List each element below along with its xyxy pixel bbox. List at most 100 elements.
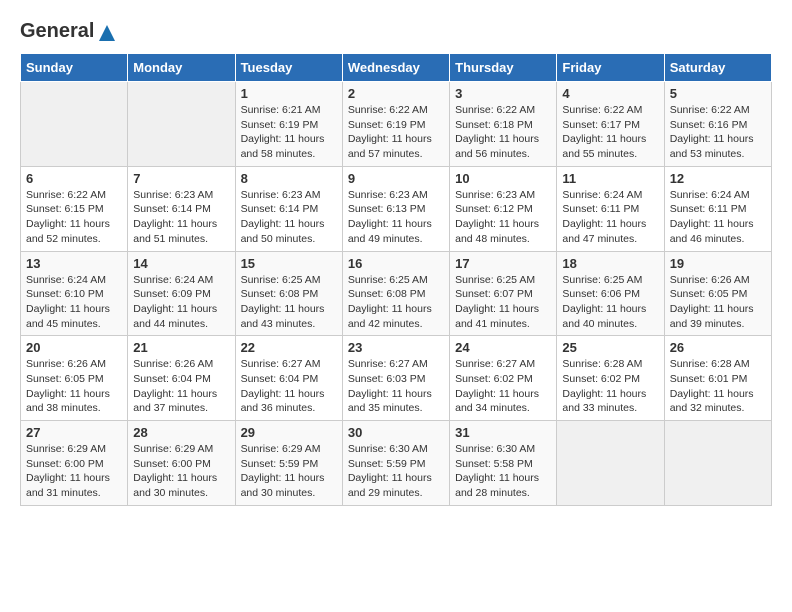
day-number: 18: [562, 256, 658, 271]
day-number: 12: [670, 171, 766, 186]
weekday-header: Friday: [557, 54, 664, 82]
calendar-cell: 27 Sunrise: 6:29 AMSunset: 6:00 PMDayligh…: [21, 421, 128, 506]
day-number: 1: [241, 86, 337, 101]
day-info: Sunrise: 6:24 AMSunset: 6:09 PMDaylight:…: [133, 273, 229, 332]
calendar-cell: 15 Sunrise: 6:25 AMSunset: 6:08 PMDayligh…: [235, 251, 342, 336]
day-number: 3: [455, 86, 551, 101]
logo: General: [20, 20, 115, 43]
calendar-cell: 25 Sunrise: 6:28 AMSunset: 6:02 PMDayligh…: [557, 336, 664, 421]
day-info: Sunrise: 6:22 AMSunset: 6:19 PMDaylight:…: [348, 103, 444, 162]
day-info: Sunrise: 6:24 AMSunset: 6:10 PMDaylight:…: [26, 273, 122, 332]
calendar-cell: 23 Sunrise: 6:27 AMSunset: 6:03 PMDayligh…: [342, 336, 449, 421]
day-info: Sunrise: 6:23 AMSunset: 6:14 PMDaylight:…: [241, 188, 337, 247]
calendar-cell: 10 Sunrise: 6:23 AMSunset: 6:12 PMDayligh…: [450, 166, 557, 251]
weekday-header: Sunday: [21, 54, 128, 82]
day-number: 30: [348, 425, 444, 440]
day-number: 27: [26, 425, 122, 440]
day-info: Sunrise: 6:27 AMSunset: 6:03 PMDaylight:…: [348, 357, 444, 416]
weekday-header: Monday: [128, 54, 235, 82]
day-number: 11: [562, 171, 658, 186]
calendar-cell: 12 Sunrise: 6:24 AMSunset: 6:11 PMDayligh…: [664, 166, 771, 251]
day-number: 13: [26, 256, 122, 271]
calendar-cell: 19 Sunrise: 6:26 AMSunset: 6:05 PMDayligh…: [664, 251, 771, 336]
day-info: Sunrise: 6:22 AMSunset: 6:17 PMDaylight:…: [562, 103, 658, 162]
weekday-header: Wednesday: [342, 54, 449, 82]
calendar-cell: 11 Sunrise: 6:24 AMSunset: 6:11 PMDayligh…: [557, 166, 664, 251]
day-number: 2: [348, 86, 444, 101]
calendar-cell: 20Sunrise: 6:26 AMSunset: 6:05 PMDayligh…: [21, 336, 128, 421]
day-number: 24: [455, 340, 551, 355]
day-info: Sunrise: 6:26 AMSunset: 6:05 PMDaylight:…: [670, 273, 766, 332]
day-number: 5: [670, 86, 766, 101]
day-number: 8: [241, 171, 337, 186]
day-number: 23: [348, 340, 444, 355]
calendar-cell: 1 Sunrise: 6:21 AMSunset: 6:19 PMDaylight…: [235, 82, 342, 167]
weekday-header: Thursday: [450, 54, 557, 82]
calendar-cell: 6Sunrise: 6:22 AMSunset: 6:15 PMDaylight…: [21, 166, 128, 251]
day-info: Sunrise: 6:25 AMSunset: 6:08 PMDaylight:…: [348, 273, 444, 332]
day-number: 9: [348, 171, 444, 186]
calendar-cell: 28Sunrise: 6:29 AMSunset: 6:00 PMDayligh…: [128, 421, 235, 506]
day-number: 26: [670, 340, 766, 355]
calendar-cell: 24Sunrise: 6:27 AMSunset: 6:02 PMDayligh…: [450, 336, 557, 421]
day-number: 22: [241, 340, 337, 355]
day-number: 29: [241, 425, 337, 440]
day-info: Sunrise: 6:29 AMSunset: 5:59 PMDaylight:…: [241, 442, 337, 501]
day-number: 16: [348, 256, 444, 271]
calendar-cell: 18 Sunrise: 6:25 AMSunset: 6:06 PMDayligh…: [557, 251, 664, 336]
calendar-cell: 8 Sunrise: 6:23 AMSunset: 6:14 PMDaylight…: [235, 166, 342, 251]
calendar-cell: 26 Sunrise: 6:28 AMSunset: 6:01 PMDayligh…: [664, 336, 771, 421]
day-info: Sunrise: 6:25 AMSunset: 6:06 PMDaylight:…: [562, 273, 658, 332]
day-info: Sunrise: 6:28 AMSunset: 6:01 PMDaylight:…: [670, 357, 766, 416]
logo-general-text: General: [20, 20, 94, 43]
calendar-cell: [664, 421, 771, 506]
day-info: Sunrise: 6:29 AMSunset: 6:00 PMDaylight:…: [26, 442, 122, 501]
day-number: 25: [562, 340, 658, 355]
weekday-header: Tuesday: [235, 54, 342, 82]
day-number: 17: [455, 256, 551, 271]
calendar-cell: 7 Sunrise: 6:23 AMSunset: 6:14 PMDaylight…: [128, 166, 235, 251]
day-info: Sunrise: 6:23 AMSunset: 6:14 PMDaylight:…: [133, 188, 229, 247]
day-number: 19: [670, 256, 766, 271]
calendar-cell: 9Sunrise: 6:23 AMSunset: 6:13 PMDaylight…: [342, 166, 449, 251]
day-info: Sunrise: 6:27 AMSunset: 6:04 PMDaylight:…: [241, 357, 337, 416]
day-info: Sunrise: 6:24 AMSunset: 6:11 PMDaylight:…: [562, 188, 658, 247]
day-info: Sunrise: 6:24 AMSunset: 6:11 PMDaylight:…: [670, 188, 766, 247]
calendar-cell: 21 Sunrise: 6:26 AMSunset: 6:04 PMDayligh…: [128, 336, 235, 421]
day-number: 10: [455, 171, 551, 186]
day-info: Sunrise: 6:25 AMSunset: 6:08 PMDaylight:…: [241, 273, 337, 332]
day-info: Sunrise: 6:23 AMSunset: 6:12 PMDaylight:…: [455, 188, 551, 247]
day-info: Sunrise: 6:22 AMSunset: 6:18 PMDaylight:…: [455, 103, 551, 162]
page-header: General: [20, 20, 772, 43]
day-number: 31: [455, 425, 551, 440]
day-info: Sunrise: 6:26 AMSunset: 6:04 PMDaylight:…: [133, 357, 229, 416]
calendar-cell: 17 Sunrise: 6:25 AMSunset: 6:07 PMDayligh…: [450, 251, 557, 336]
day-number: 15: [241, 256, 337, 271]
calendar-cell: [21, 82, 128, 167]
calendar-cell: 5 Sunrise: 6:22 AMSunset: 6:16 PMDaylight…: [664, 82, 771, 167]
calendar-cell: 31 Sunrise: 6:30 AMSunset: 5:58 PMDayligh…: [450, 421, 557, 506]
logo-triangle-icon: [99, 25, 115, 41]
day-number: 20: [26, 340, 122, 355]
calendar-cell: 2 Sunrise: 6:22 AMSunset: 6:19 PMDaylight…: [342, 82, 449, 167]
calendar-cell: 22 Sunrise: 6:27 AMSunset: 6:04 PMDayligh…: [235, 336, 342, 421]
day-number: 28: [133, 425, 229, 440]
calendar-cell: 3 Sunrise: 6:22 AMSunset: 6:18 PMDaylight…: [450, 82, 557, 167]
weekday-header: Saturday: [664, 54, 771, 82]
day-info: Sunrise: 6:22 AMSunset: 6:15 PMDaylight:…: [26, 188, 122, 247]
day-info: Sunrise: 6:28 AMSunset: 6:02 PMDaylight:…: [562, 357, 658, 416]
day-number: 21: [133, 340, 229, 355]
day-info: Sunrise: 6:25 AMSunset: 6:07 PMDaylight:…: [455, 273, 551, 332]
day-info: Sunrise: 6:30 AMSunset: 5:58 PMDaylight:…: [455, 442, 551, 501]
day-info: Sunrise: 6:22 AMSunset: 6:16 PMDaylight:…: [670, 103, 766, 162]
day-info: Sunrise: 6:30 AMSunset: 5:59 PMDaylight:…: [348, 442, 444, 501]
calendar-cell: [128, 82, 235, 167]
calendar-table: SundayMondayTuesdayWednesdayThursdayFrid…: [20, 53, 772, 506]
calendar-cell: 16 Sunrise: 6:25 AMSunset: 6:08 PMDayligh…: [342, 251, 449, 336]
calendar-cell: 29 Sunrise: 6:29 AMSunset: 5:59 PMDayligh…: [235, 421, 342, 506]
calendar-cell: 13 Sunrise: 6:24 AMSunset: 6:10 PMDayligh…: [21, 251, 128, 336]
day-number: 4: [562, 86, 658, 101]
calendar-cell: 14Sunrise: 6:24 AMSunset: 6:09 PMDayligh…: [128, 251, 235, 336]
day-number: 7: [133, 171, 229, 186]
day-info: Sunrise: 6:21 AMSunset: 6:19 PMDaylight:…: [241, 103, 337, 162]
